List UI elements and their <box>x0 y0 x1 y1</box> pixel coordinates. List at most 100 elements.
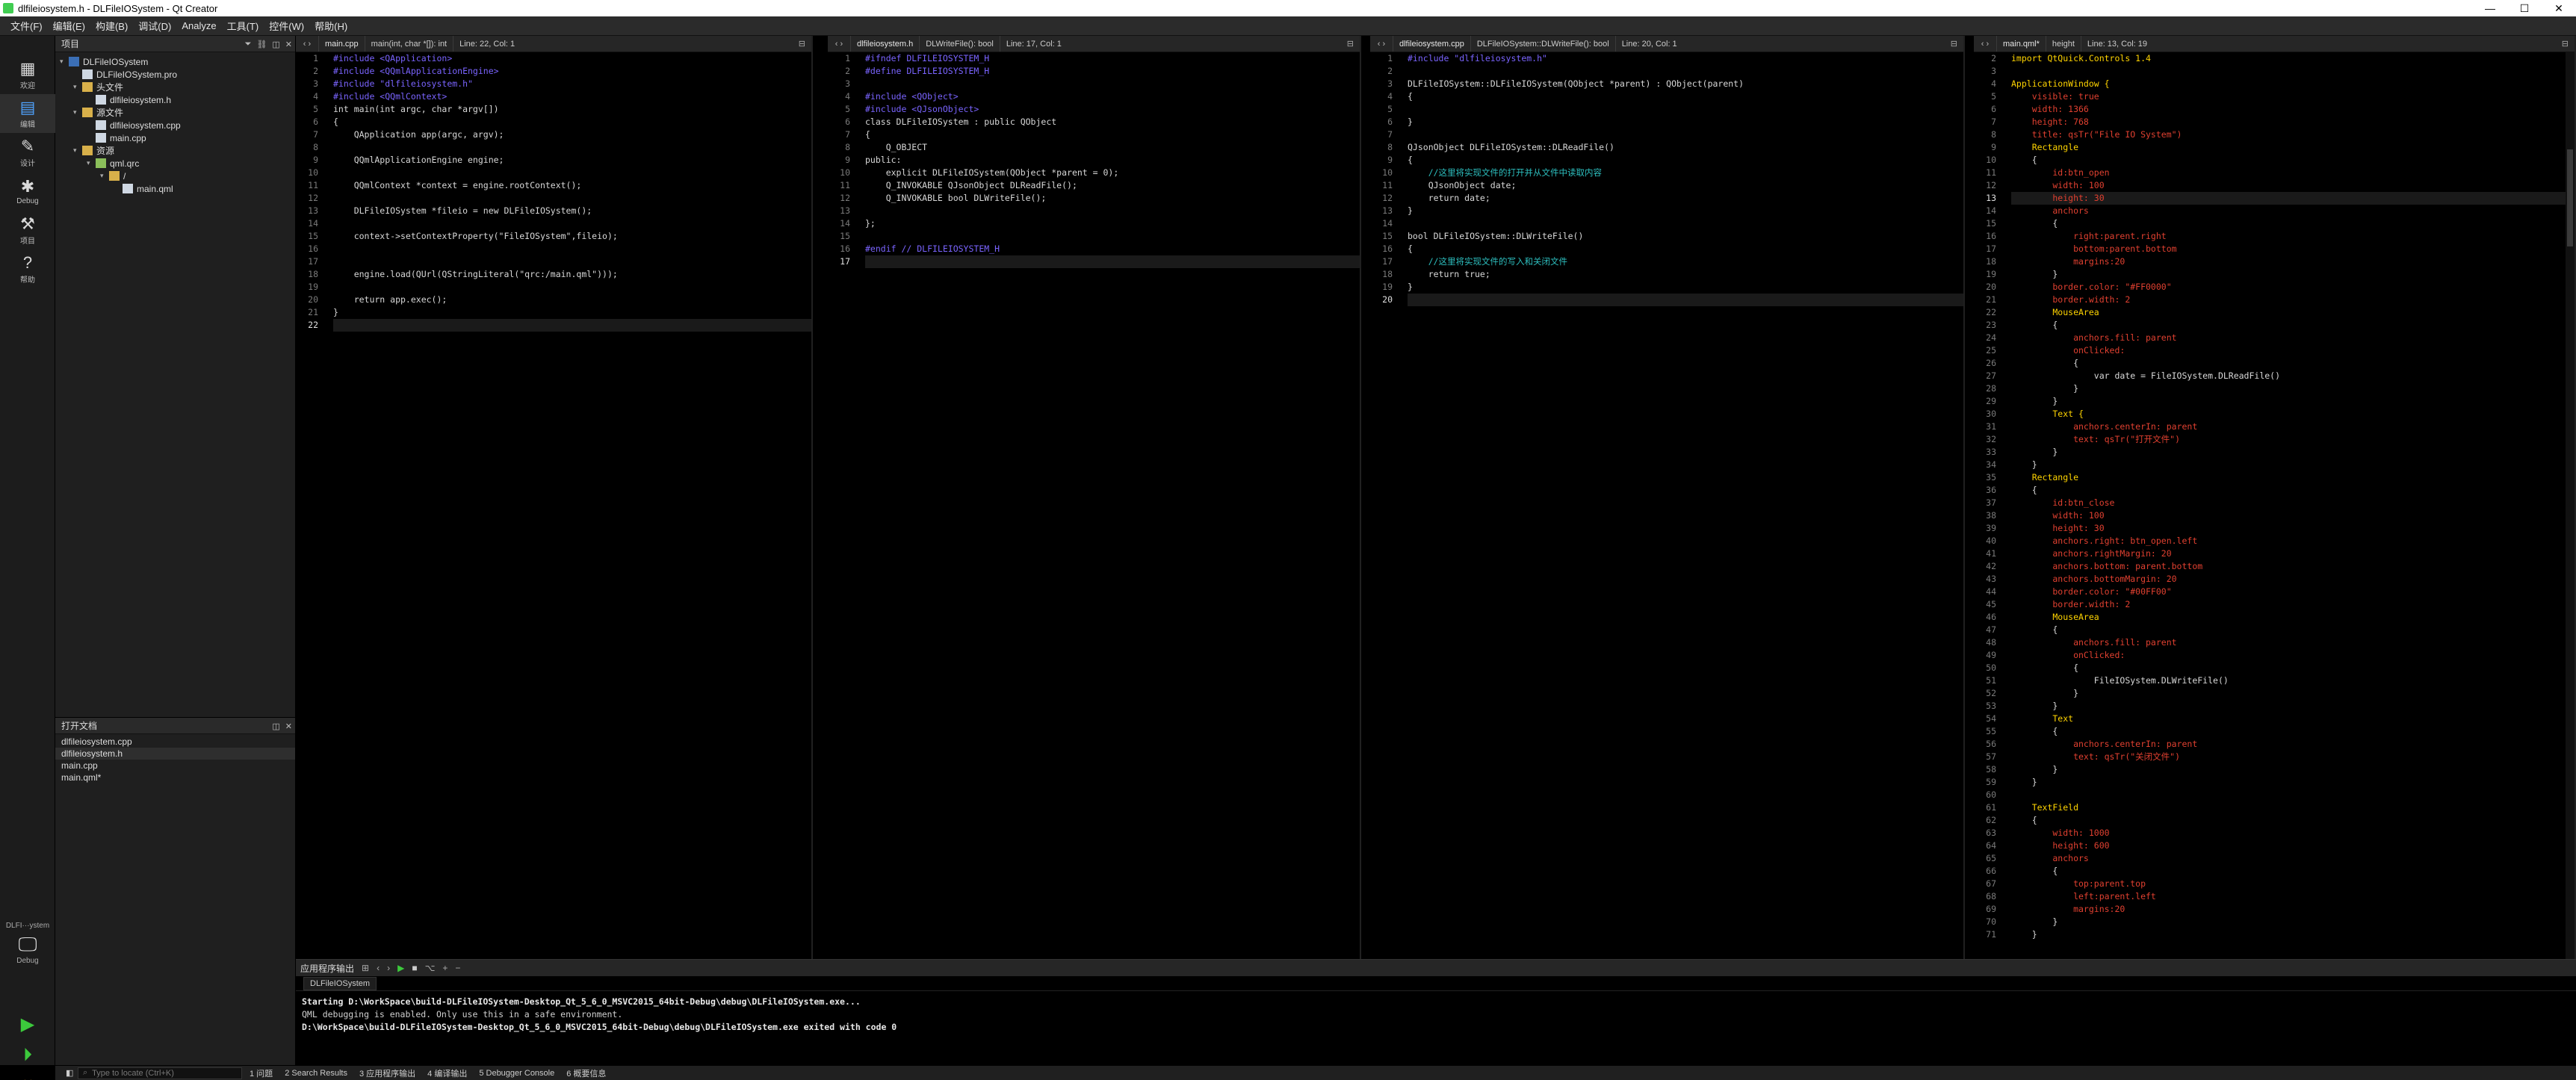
close-window-button[interactable]: ✕ <box>2542 0 2576 16</box>
pane-compile-output[interactable]: 4 编译输出 <box>427 1067 467 1079</box>
menu-help[interactable]: 帮助(H) <box>315 19 347 33</box>
menu-widgets[interactable]: 控件(W) <box>269 19 304 33</box>
code-area[interactable]: 1 2 3 4 5 6 7 8 9 10 11 12 13 14 15 16 17 18 19 20 #include … <box>1370 52 1963 959</box>
open-doc-item[interactable]: main.qml* <box>55 772 295 783</box>
expand-arrow-icon[interactable]: ▾ <box>60 58 69 66</box>
run-again-icon[interactable]: ▶ <box>397 963 404 973</box>
file-selector[interactable]: main.cpp <box>318 36 365 52</box>
locator-input[interactable]: ⌕ Type to locate (Ctrl+K) <box>78 1067 242 1079</box>
close-editor-icon[interactable]: ⊟ <box>793 39 811 49</box>
pane-issues[interactable]: 1 问题 <box>250 1067 273 1079</box>
code-line: anchors.rightMargin: 20 <box>2011 548 2172 559</box>
tree-item[interactable]: dlfileiosystem.h <box>55 93 295 106</box>
code-area[interactable]: 1 2 3 4 5 6 7 8 9 10 11 12 13 14 15 16 17 #ifndef DLFILEI… <box>828 52 1360 959</box>
menu-analyze[interactable]: Analyze <box>182 20 216 31</box>
nav-back-forward-icon[interactable]: ‹ › <box>1370 40 1393 49</box>
pane-application-output[interactable]: 3 应用程序输出 <box>359 1067 415 1079</box>
symbol-selector[interactable]: DLWriteFile(): bool <box>919 36 1000 52</box>
mode-help[interactable]: ? 帮助 <box>0 249 55 288</box>
menu-file[interactable]: 文件(F) <box>10 19 43 33</box>
split-icon[interactable]: ◫ <box>272 721 279 731</box>
tree-item[interactable]: ▾ qml.qrc <box>55 157 295 170</box>
prev-icon[interactable]: ‹ <box>377 963 380 973</box>
expand-arrow-icon[interactable]: ▾ <box>73 146 82 155</box>
menu-build[interactable]: 构建(B) <box>96 19 128 33</box>
line-number: 33 <box>1986 447 1996 457</box>
code-line: var date = FileIOSystem.DLReadFile() <box>2011 370 2281 381</box>
tree-item[interactable]: ▾ 头文件 <box>55 81 295 93</box>
stop-run-icon[interactable]: ■ <box>412 963 417 973</box>
editor-main-cpp[interactable]: ‹ › main.cpp main(int, char *[]): int Line:… <box>296 36 813 959</box>
expand-arrow-icon[interactable]: ▾ <box>100 172 109 180</box>
zoom-out-icon[interactable]: − <box>455 963 460 973</box>
build-button[interactable]: ⚒ <box>16 1076 39 1080</box>
minimize-button[interactable]: — <box>2473 0 2507 16</box>
mode-debug[interactable]: ✱ Debug <box>0 172 55 211</box>
stop-icon[interactable]: ⊞ <box>362 963 369 973</box>
tree-item[interactable]: main.qml <box>55 182 295 195</box>
toggle-sidebar-icon[interactable]: ◧ <box>66 1068 73 1078</box>
editor-dlfileiosystem-h[interactable]: ‹ › dlfileiosystem.h DLWriteFile(): bool Li… <box>828 36 1361 959</box>
menu-edit[interactable]: 编辑(E) <box>53 19 85 33</box>
line-number: 35 <box>1986 472 1996 482</box>
menu-debug[interactable]: 调试(D) <box>138 19 171 33</box>
pane-debugger-console[interactable]: 5 Debugger Console <box>479 1069 554 1078</box>
open-doc-item[interactable]: dlfileiosystem.h <box>55 748 295 760</box>
open-doc-item[interactable]: dlfileiosystem.cpp <box>55 736 295 748</box>
expand-arrow-icon[interactable]: ▾ <box>73 108 82 117</box>
project-tree: ▾ DLFileIOSystem DLFileIOSystem.pro ▾ 头文件 dlf… <box>55 52 295 195</box>
link-icon[interactable]: ⛓ <box>256 40 267 49</box>
mode-edit[interactable]: ▤ 编辑 <box>0 94 55 133</box>
close-editor-icon[interactable]: ⊟ <box>1341 39 1360 49</box>
file-selector[interactable]: dlfileiosystem.cpp <box>1393 36 1470 52</box>
filter-icon[interactable]: ⏷ <box>245 40 252 49</box>
editor-main-qml[interactable]: ‹ › main.qml* height Line: 13, Col: 19 ⊟ 2 3 4 5… <box>1974 36 2576 959</box>
debug-run-button[interactable]: ⏵ <box>16 1044 39 1067</box>
menu-tools[interactable]: 工具(T) <box>227 19 259 33</box>
expand-arrow-icon[interactable]: ▾ <box>73 83 82 91</box>
code-area[interactable]: 2 3 4 5 6 7 8 9 10 11 12 13 14 15 16 17 18 19 20 21 22 23 24 25… <box>1974 52 2575 959</box>
output-tab[interactable]: DLFileIOSystem <box>303 976 377 990</box>
file-selector[interactable]: main.qml* <box>1996 36 2046 52</box>
tree-item[interactable]: ▾ 资源 <box>55 144 295 157</box>
close-editor-icon[interactable]: ⊟ <box>1945 39 1963 49</box>
vertical-scrollbar[interactable] <box>2566 52 2575 959</box>
file-selector[interactable]: dlfileiosystem.h <box>850 36 919 52</box>
expand-arrow-icon[interactable]: ▾ <box>87 159 96 167</box>
mode-projects[interactable]: ⚒ 项目 <box>0 211 55 249</box>
scrollbar-thumb[interactable] <box>2567 149 2573 246</box>
nav-back-forward-icon[interactable]: ‹ › <box>828 40 850 49</box>
next-icon[interactable]: › <box>387 963 390 973</box>
nav-back-forward-icon[interactable]: ‹ › <box>296 40 318 49</box>
pane-general-messages[interactable]: 6 概要信息 <box>566 1067 606 1079</box>
symbol-selector[interactable]: main(int, char *[]): int <box>364 36 453 52</box>
tree-item[interactable]: dlfileiosystem.cpp <box>55 119 295 131</box>
line-number: 8 <box>1991 129 1996 140</box>
kit-selector[interactable]: DLFI···ystem 🖵 Debug <box>0 922 55 965</box>
split-icon[interactable]: ◫ <box>272 40 279 49</box>
symbol-selector[interactable]: height <box>2045 36 2081 52</box>
tree-item[interactable]: DLFileIOSystem.pro <box>55 68 295 81</box>
pane-search-results[interactable]: 2 Search Results <box>285 1069 347 1078</box>
close-icon[interactable]: ✕ <box>285 721 292 731</box>
close-editor-icon[interactable]: ⊟ <box>2556 39 2575 49</box>
nav-back-forward-icon[interactable]: ‹ › <box>1974 40 1996 49</box>
line-number: 9 <box>313 155 318 165</box>
mode-welcome[interactable]: ▦ 欢迎 <box>0 55 55 94</box>
line-number: 16 <box>1382 243 1393 254</box>
attach-icon[interactable]: ⌥ <box>425 963 436 973</box>
run-button[interactable]: ▶ <box>16 1013 39 1035</box>
editor-dlfileiosystem-cpp[interactable]: ‹ › dlfileiosystem.cpp DLFileIOSystem::DLW… <box>1370 36 1965 959</box>
symbol-selector[interactable]: DLFileIOSystem::DLWriteFile(): bool <box>1470 36 1615 52</box>
tree-item[interactable]: ▾ 源文件 <box>55 106 295 119</box>
code-area[interactable]: 1 2 3 4 5 6 7 8 9 10 11 12 13 14 15 16 17 18 19 20 21 22 #incl… <box>296 52 811 959</box>
tree-item[interactable]: ▾ DLFileIOSystem <box>55 55 295 68</box>
open-doc-item[interactable]: main.cpp <box>55 760 295 772</box>
maximize-button[interactable]: ☐ <box>2507 0 2542 16</box>
line-number: 23 <box>1986 320 1996 330</box>
zoom-in-icon[interactable]: + <box>442 963 448 973</box>
tree-item[interactable]: main.cpp <box>55 131 295 144</box>
mode-design[interactable]: ✎ 设计 <box>0 133 55 172</box>
tree-item[interactable]: ▾ / <box>55 170 295 182</box>
close-icon[interactable]: ✕ <box>285 40 292 49</box>
